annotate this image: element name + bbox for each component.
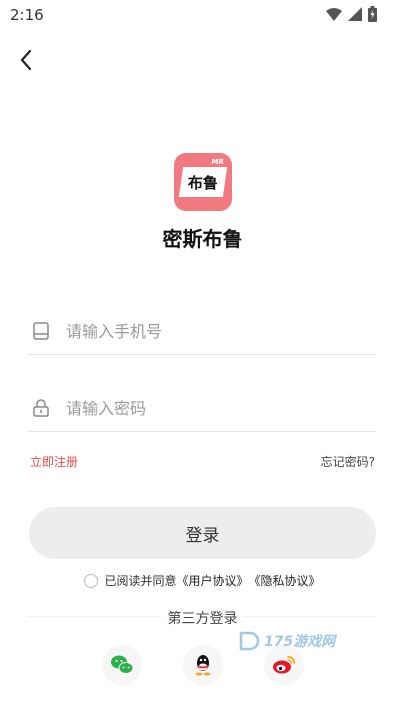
agreement-prefix: 已阅读并同意 bbox=[104, 574, 177, 588]
forgot-password-link[interactable]: 忘记密码? bbox=[321, 453, 375, 470]
wechat-login-button[interactable] bbox=[102, 645, 142, 685]
logo-card: MR 布鲁 bbox=[178, 158, 228, 197]
logo-text: 布鲁 bbox=[187, 173, 218, 192]
app-logo: MR 布鲁 bbox=[174, 153, 232, 211]
password-input[interactable] bbox=[64, 397, 376, 419]
third-party-title: 第三方登录 bbox=[0, 608, 405, 628]
agreement-row: 已阅读并同意 《用户协议》 《隐私协议》 bbox=[0, 572, 405, 589]
user-agreement-link[interactable]: 《用户协议》 bbox=[176, 572, 248, 589]
qq-icon bbox=[195, 655, 211, 676]
password-field[interactable] bbox=[28, 385, 376, 432]
watermark: 175游戏网 bbox=[238, 630, 335, 652]
status-icons bbox=[326, 6, 377, 22]
phone-input[interactable] bbox=[64, 320, 376, 342]
weibo-icon bbox=[273, 656, 295, 674]
agreement-checkbox[interactable] bbox=[84, 573, 99, 588]
back-button[interactable] bbox=[14, 46, 42, 74]
phone-icon bbox=[30, 320, 52, 342]
status-time: 2:16 bbox=[10, 6, 44, 24]
wechat-icon bbox=[111, 655, 134, 674]
watermark-logo-icon bbox=[239, 631, 260, 651]
lock-icon bbox=[30, 397, 52, 419]
battery-icon bbox=[368, 6, 377, 22]
qq-login-button[interactable] bbox=[183, 645, 223, 685]
app-name: 密斯布鲁 bbox=[162, 227, 243, 251]
privacy-policy-link[interactable]: 《隐私协议》 bbox=[249, 572, 321, 589]
phone-field[interactable] bbox=[28, 308, 376, 355]
watermark-text: 175游戏网 bbox=[264, 634, 336, 650]
signal-icon bbox=[348, 7, 362, 21]
logo-mark: MR bbox=[210, 158, 225, 166]
register-link[interactable]: 立即注册 bbox=[30, 453, 78, 470]
login-button[interactable]: 登录 bbox=[29, 507, 376, 559]
wifi-icon bbox=[326, 7, 342, 21]
chevron-left-icon bbox=[20, 49, 32, 71]
